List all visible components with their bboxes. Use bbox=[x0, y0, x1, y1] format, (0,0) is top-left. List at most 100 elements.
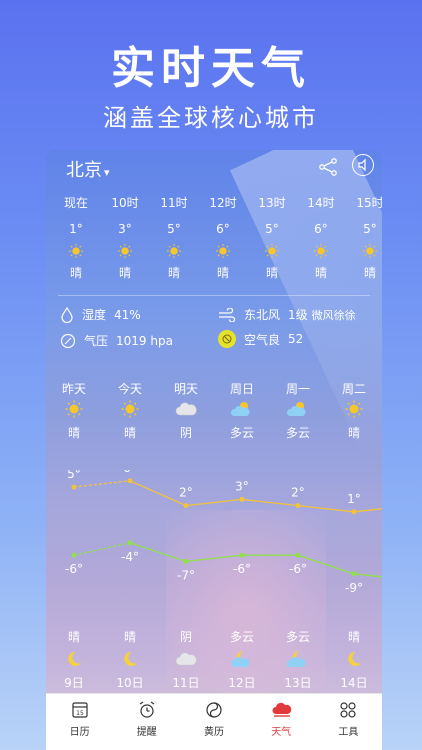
yesterday-dashed-segment bbox=[73, 480, 131, 488]
night-item: 晴 14日 bbox=[326, 628, 382, 691]
speaker-icon[interactable] bbox=[352, 154, 374, 176]
sun-icon bbox=[343, 400, 365, 418]
low-temp-point bbox=[127, 540, 133, 546]
pressure-label: 气压 bbox=[84, 334, 109, 348]
night-item: 多云 12日 bbox=[214, 628, 270, 691]
night-condition: 多云 bbox=[229, 630, 254, 644]
high-temp-label: 3° bbox=[235, 479, 249, 493]
sun-icon bbox=[119, 400, 141, 418]
daily-item: 周日 多云 bbox=[214, 380, 270, 441]
day-label: 今天 bbox=[117, 382, 142, 396]
tab-alarm[interactable]: 提醒 bbox=[113, 694, 180, 750]
moon-icon bbox=[63, 650, 85, 668]
tab-weather[interactable]: 天气 bbox=[248, 694, 315, 750]
tools-icon bbox=[338, 700, 358, 720]
hour-label: 现在 bbox=[63, 196, 88, 210]
share-icon[interactable] bbox=[318, 158, 338, 176]
tab-calendar[interactable]: 15 日历 bbox=[46, 694, 113, 750]
high-temp-point bbox=[127, 478, 133, 484]
hour-condition: 晴 bbox=[69, 266, 82, 280]
tab-label: 日历 bbox=[69, 727, 90, 738]
tab-bar: 15 日历 提醒 黄历 天气 工具 bbox=[46, 693, 382, 750]
wind-level: 1级 bbox=[288, 308, 308, 322]
air-quality-row[interactable]: 空气良 52 bbox=[218, 330, 303, 348]
day-condition: 晴 bbox=[347, 426, 360, 440]
pressure-row: 气压 1019 hpa bbox=[60, 332, 173, 349]
night-condition: 晴 bbox=[67, 630, 80, 644]
date-label: 13日 bbox=[284, 676, 312, 690]
sun-icon bbox=[116, 242, 134, 260]
air-quality-value: 52 bbox=[288, 332, 304, 346]
hour-condition: 晴 bbox=[265, 266, 278, 280]
low-temp-label: -4° bbox=[121, 550, 139, 564]
daily-item: 今天晴 bbox=[102, 380, 158, 441]
divider bbox=[58, 295, 370, 296]
wind-label: 东北风 bbox=[244, 308, 281, 322]
night-forecast: 晴 9日 晴 10日 阴 11日 多云 12日 多云 13日 晴 14日 bbox=[46, 628, 382, 698]
chevron-down-icon: ▾ bbox=[104, 166, 110, 179]
moon-cloud-icon bbox=[286, 650, 309, 668]
cloud-icon bbox=[175, 400, 197, 418]
high-temp-label: 1° bbox=[347, 492, 361, 506]
weather-icon bbox=[271, 700, 292, 720]
hourly-item: 15时 5° 晴 bbox=[348, 194, 382, 281]
date-label: 9日 bbox=[64, 676, 84, 690]
cloud-icon bbox=[175, 650, 197, 668]
high-temp-point bbox=[239, 496, 245, 502]
low-temp-label: -6° bbox=[233, 562, 251, 576]
low-temp-point bbox=[295, 552, 301, 558]
hourly-item: 14时 6° 晴 bbox=[299, 194, 343, 281]
low-temp-label: -6° bbox=[65, 562, 83, 576]
hour-condition: 晴 bbox=[216, 266, 229, 280]
wind-row: 东北风 1级 微风徐徐 bbox=[218, 306, 356, 323]
hourly-forecast[interactable]: 现在 1° 晴 10时 3° 晴 11时 5° 晴 12时 6° 晴 13时 5° 晴 14时 6° 晴 15时 5°… bbox=[54, 194, 382, 294]
high-temp-point bbox=[71, 484, 77, 490]
tab-almanac[interactable]: 黄历 bbox=[180, 694, 247, 750]
night-condition: 多云 bbox=[285, 630, 310, 644]
night-condition: 晴 bbox=[123, 630, 136, 644]
hour-temp: 6° bbox=[314, 222, 328, 236]
daily-item: 周二晴 bbox=[326, 380, 382, 441]
pressure-value: 1019 hpa bbox=[116, 333, 173, 348]
sun-icon bbox=[263, 242, 281, 260]
humidity-value: 41% bbox=[114, 307, 141, 322]
promo-title: 实时天气 bbox=[111, 43, 311, 94]
night-condition: 阴 bbox=[179, 630, 192, 644]
tab-label: 工具 bbox=[338, 727, 359, 738]
city-selector[interactable]: 北京 ▾ bbox=[66, 156, 110, 182]
high-temp-point bbox=[183, 503, 189, 509]
date-label: 10日 bbox=[116, 676, 144, 690]
day-condition: 多云 bbox=[285, 426, 310, 440]
calendar-icon: 15 bbox=[70, 700, 90, 720]
air-quality-label: 空气良 bbox=[244, 332, 281, 347]
svg-text:15: 15 bbox=[76, 710, 84, 717]
sun-icon bbox=[67, 242, 85, 260]
low-temp-label: -7° bbox=[177, 568, 195, 582]
city-name: 北京 bbox=[66, 160, 102, 181]
daily-item: 昨天晴 bbox=[46, 380, 102, 441]
hour-temp: 6° bbox=[216, 222, 230, 236]
date-label: 11日 bbox=[172, 676, 200, 690]
droplet-icon bbox=[61, 306, 73, 323]
day-label: 周日 bbox=[229, 382, 254, 396]
low-temp-line bbox=[129, 542, 382, 578]
humidity-row: 湿度 41% bbox=[60, 306, 141, 323]
hour-temp: 5° bbox=[167, 222, 181, 236]
hourly-item: 现在 1° 晴 bbox=[54, 194, 98, 281]
alarm-icon bbox=[137, 700, 157, 720]
almanac-icon bbox=[204, 700, 224, 720]
high-temp-label: 6° bbox=[123, 470, 137, 475]
day-label: 周二 bbox=[341, 382, 366, 396]
low-temp-label: -6° bbox=[289, 562, 307, 576]
hourly-item: 12时 6° 晴 bbox=[201, 194, 245, 281]
high-temp-line bbox=[129, 480, 382, 513]
day-label: 周一 bbox=[285, 382, 310, 396]
high-temp-point bbox=[351, 509, 357, 515]
low-temp-point bbox=[351, 571, 357, 577]
gauge-icon bbox=[60, 333, 76, 348]
sun-icon bbox=[63, 400, 85, 418]
hour-condition: 晴 bbox=[118, 266, 131, 280]
tab-tools[interactable]: 工具 bbox=[315, 694, 382, 750]
daily-forecast[interactable]: 昨天晴今天晴明天阴周日 多云 周一 多云 周二晴 bbox=[46, 380, 382, 450]
hour-temp: 5° bbox=[363, 222, 377, 236]
